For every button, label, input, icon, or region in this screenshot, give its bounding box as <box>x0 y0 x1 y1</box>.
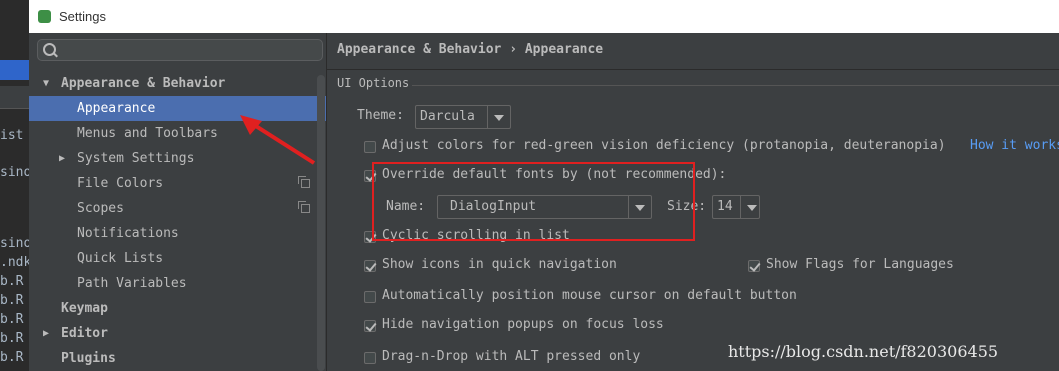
tree-item-label: Notifications <box>77 226 179 241</box>
tree-item[interactable]: Notifications <box>29 221 326 246</box>
breadcrumb-parent: Appearance & Behavior <box>337 42 502 57</box>
drag-drop-label: Drag-n-Drop with ALT pressed only <box>382 349 641 364</box>
ui-options-group-line <box>412 85 1059 86</box>
annotation-arrow-icon <box>240 115 316 165</box>
copy-icon <box>298 176 310 188</box>
chevron-down-icon[interactable] <box>487 106 510 128</box>
expand-arrow-icon[interactable]: ▼ <box>43 71 49 96</box>
auto-position-checkbox[interactable] <box>364 291 376 303</box>
theme-label: Theme: <box>357 108 404 123</box>
background-code-line: b.R <box>0 312 24 327</box>
tree-item[interactable]: Scopes <box>29 196 326 221</box>
background-ide-editor: ist sino sino .ndk b.R b.R b.R b.R b.R <box>0 0 29 371</box>
chevron-down-icon[interactable] <box>740 196 759 218</box>
copy-icon <box>298 201 310 213</box>
hide-navigation-checkbox[interactable] <box>364 320 376 332</box>
settings-dialog: Settings ▼ Appearance & Behavior Appearanc… <box>29 0 1059 371</box>
tree-item-label: Menus and Toolbars <box>77 126 218 141</box>
breadcrumb-separator: › <box>509 42 518 57</box>
tree-item-label: File Colors <box>77 176 164 191</box>
tree-item[interactable]: Keymap <box>29 296 326 321</box>
tree-item-label: Editor <box>61 326 108 341</box>
tree-item-label: Quick Lists <box>77 251 164 266</box>
show-icons-checkbox[interactable] <box>364 260 376 272</box>
background-code-line: sino <box>0 165 29 180</box>
background-code-line: b.R <box>0 274 24 289</box>
background-code-line: b.R <box>0 293 24 308</box>
collapse-arrow-icon[interactable]: ▶ <box>59 146 65 171</box>
adjust-colors-label: Adjust colors for red-green vision defic… <box>382 138 946 153</box>
tree-item[interactable]: File Colors <box>29 171 326 196</box>
ui-options-group-title: UI Options <box>337 76 410 90</box>
tree-item[interactable]: Plugins <box>29 346 326 371</box>
tree-item-label: Path Variables <box>77 276 187 291</box>
watermark: https://blog.csdn.net/f820306455 <box>728 342 999 361</box>
theme-value: Darcula <box>420 109 475 124</box>
background-ide-highlight <box>0 60 29 80</box>
tree-item[interactable]: ▶ Editor <box>29 321 326 346</box>
tree-item-label: Keymap <box>61 301 108 316</box>
show-flags-label: Show Flags for Languages <box>766 257 954 272</box>
header-divider <box>327 69 1059 70</box>
breadcrumb-current: Appearance <box>524 42 604 57</box>
adjust-colors-checkbox[interactable] <box>364 141 376 153</box>
drag-drop-checkbox[interactable] <box>364 352 376 364</box>
collapse-arrow-icon[interactable]: ▶ <box>43 321 49 346</box>
tree-item-label: Appearance & Behavior <box>61 76 226 91</box>
background-code-line: sino <box>0 236 29 251</box>
theme-combobox[interactable]: Darcula <box>415 105 511 129</box>
tree-item-label: System Settings <box>77 151 195 166</box>
annotation-highlight-box <box>372 162 695 241</box>
settings-content-pane: Appearance & Behavior › Appearance UI Op… <box>327 33 1059 371</box>
background-code-line: ist <box>0 128 24 143</box>
tree-item-label: Scopes <box>77 201 124 216</box>
how-it-works-link[interactable]: How it works <box>970 138 1059 153</box>
tree-item-label: Appearance <box>77 101 156 116</box>
background-ide-panel <box>0 86 29 109</box>
tree-item-label: Plugins <box>61 351 116 366</box>
background-code-line: b.R <box>0 350 24 365</box>
show-flags-checkbox[interactable] <box>748 260 760 272</box>
breadcrumb: Appearance & Behavior › Appearance <box>337 42 603 57</box>
tree-item[interactable]: Path Variables <box>29 271 326 296</box>
settings-navigation-pane: ▼ Appearance & Behavior Appearance Menus an… <box>29 33 327 371</box>
settings-search-input[interactable] <box>60 41 319 61</box>
window-title: Settings <box>59 9 106 24</box>
title-bar: Settings <box>29 0 1059 33</box>
settings-search-box[interactable] <box>37 39 323 61</box>
font-size-combobox[interactable]: 14 <box>712 195 760 219</box>
show-icons-label: Show icons in quick navigation <box>382 257 617 272</box>
auto-position-label: Automatically position mouse cursor on d… <box>382 288 797 303</box>
search-icon <box>43 43 56 56</box>
tree-item[interactable]: Quick Lists <box>29 246 326 271</box>
font-size-value: 14 <box>717 199 733 214</box>
hide-navigation-label: Hide navigation popups on focus loss <box>382 317 664 332</box>
background-code-line: .ndk <box>0 255 29 270</box>
tree-item[interactable]: ▼ Appearance & Behavior <box>29 71 326 96</box>
background-code-line: b.R <box>0 331 24 346</box>
android-studio-icon <box>38 10 51 23</box>
